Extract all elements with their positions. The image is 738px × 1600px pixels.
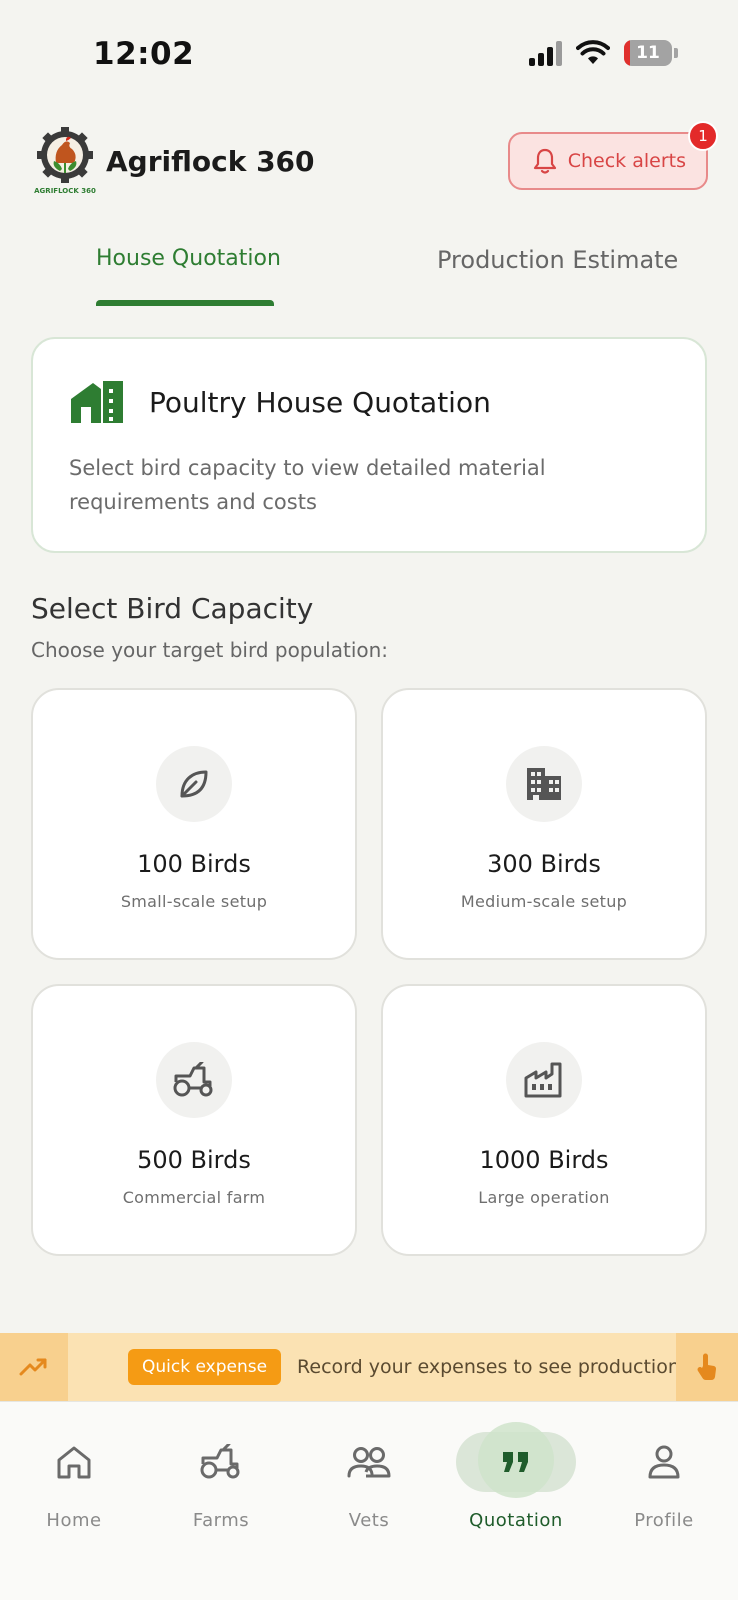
app-title: Agriflock 360: [106, 144, 315, 178]
tap-hand-icon[interactable]: [676, 1333, 738, 1401]
home-icon: [57, 1446, 91, 1479]
nav-vets[interactable]: Vets: [309, 1432, 429, 1531]
nav-farms[interactable]: Farms: [161, 1432, 281, 1531]
battery-level: 11: [636, 43, 660, 63]
wifi-icon: [576, 40, 610, 64]
quick-expense-banner[interactable]: Quick expense Record your expenses to se…: [0, 1333, 738, 1401]
quote-icon: [503, 1452, 528, 1472]
building-icon: [527, 768, 561, 800]
bell-icon: [533, 148, 556, 174]
house-icon: [71, 381, 123, 423]
active-tab-indicator: [96, 300, 274, 306]
alert-count-badge: 1: [688, 121, 718, 151]
people-icon: [347, 1447, 391, 1478]
quotation-description: Select bird capacity to view detailed ma…: [69, 456, 546, 514]
check-alerts-button[interactable]: Check alerts 1: [507, 121, 718, 190]
nav-label: Profile: [634, 1510, 694, 1531]
nav-quotation[interactable]: Quotation: [456, 1422, 576, 1531]
quotation-title: Poultry House Quotation: [149, 385, 491, 419]
cellular-signal-icon: [529, 40, 562, 66]
quick-expense-text: Record your expenses to see production: [297, 1356, 680, 1378]
check-alerts-label: Check alerts: [567, 150, 686, 172]
capacity-card-500[interactable]: 500 Birds Commercial farm: [31, 984, 357, 1256]
capacity-title: 1000 Birds: [479, 1146, 609, 1174]
tab-production-estimate[interactable]: Production Estimate: [437, 246, 678, 274]
leaf-icon: [180, 770, 208, 798]
tab-bar: House Quotation Production Estimate: [0, 236, 738, 306]
battery-icon: 11: [624, 40, 672, 66]
status-time: 12:02: [93, 36, 195, 72]
nav-profile[interactable]: Profile: [604, 1432, 724, 1531]
capacity-subtitle: Small-scale setup: [120, 892, 268, 911]
tractor-icon: [173, 1062, 213, 1097]
capacity-section-subtitle: Choose your target bird population:: [31, 638, 389, 662]
app-logo: AGRIFLOCK 360: [32, 125, 98, 197]
logo-text: AGRIFLOCK 360: [34, 187, 96, 195]
capacity-subtitle: Commercial farm: [122, 1188, 266, 1207]
quotation-intro-card: Poultry House Quotation Select bird capa…: [31, 337, 707, 553]
tab-house-quotation[interactable]: House Quotation: [96, 246, 281, 271]
nav-home[interactable]: Home: [14, 1432, 134, 1531]
nav-label: Home: [46, 1510, 102, 1531]
capacity-title: 100 Birds: [137, 850, 251, 878]
nav-label: Vets: [348, 1510, 390, 1531]
factory-icon: [524, 1062, 562, 1098]
active-nav-indicator: [456, 1422, 576, 1498]
quick-expense-chip[interactable]: Quick expense: [128, 1349, 282, 1385]
app-header: AGRIFLOCK 360 Agriflock 360 Check alerts…: [32, 121, 718, 198]
capacity-subtitle: Large operation: [478, 1188, 610, 1207]
person-icon: [648, 1445, 680, 1479]
status-bar: 12:02 11: [0, 0, 738, 110]
capacity-card-100[interactable]: 100 Birds Small-scale setup: [31, 688, 357, 960]
capacity-card-1000[interactable]: 1000 Birds Large operation: [381, 984, 707, 1256]
tractor-icon: [200, 1444, 240, 1479]
capacity-title: 500 Birds: [137, 1146, 251, 1174]
bottom-navigation: Home Farms Vets Quotation Profile: [0, 1401, 738, 1600]
trending-up-icon: [0, 1333, 68, 1401]
status-icons: 11: [529, 40, 678, 66]
nav-label: Farms: [192, 1510, 250, 1531]
capacity-card-300[interactable]: 300 Birds Medium-scale setup: [381, 688, 707, 960]
capacity-subtitle: Medium-scale setup: [460, 892, 628, 911]
capacity-section-title: Select Bird Capacity: [31, 592, 314, 625]
brand: AGRIFLOCK 360 Agriflock 360: [32, 125, 315, 197]
nav-label: Quotation: [469, 1510, 563, 1531]
capacity-title: 300 Birds: [487, 850, 601, 878]
